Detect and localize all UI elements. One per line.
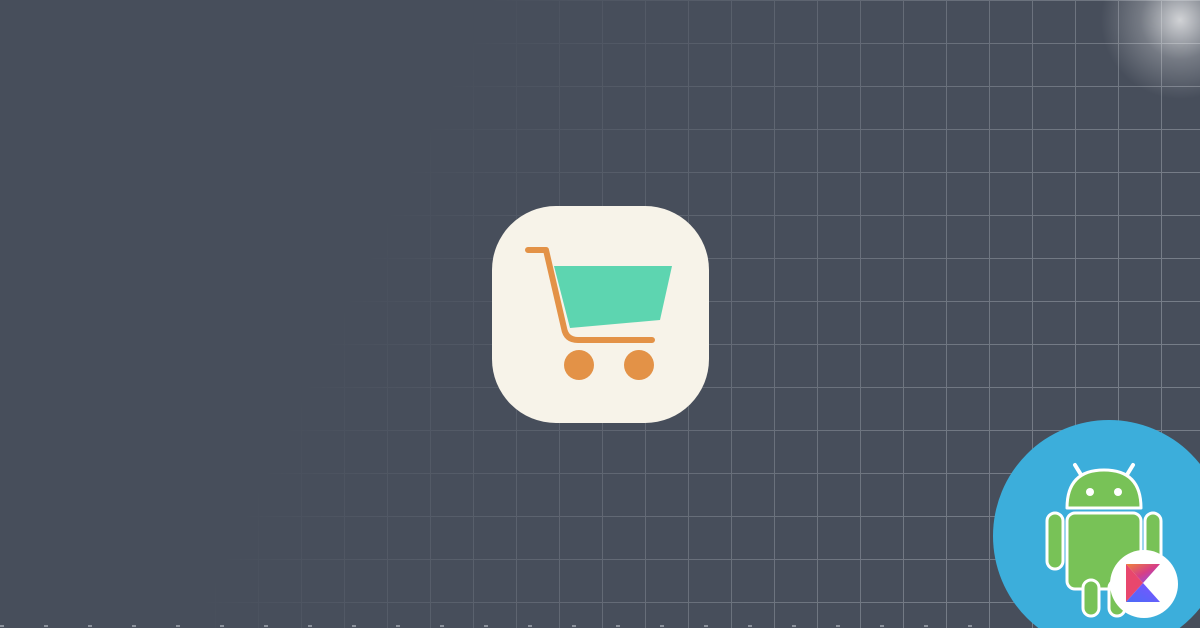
shopping-cart-icon bbox=[525, 247, 672, 380]
kotlin-badge bbox=[1110, 550, 1178, 618]
banner-canvas bbox=[0, 0, 1200, 628]
app-icon bbox=[492, 206, 709, 423]
kotlin-logo-icon bbox=[1126, 564, 1160, 602]
bottom-dotted-border bbox=[0, 625, 1000, 627]
